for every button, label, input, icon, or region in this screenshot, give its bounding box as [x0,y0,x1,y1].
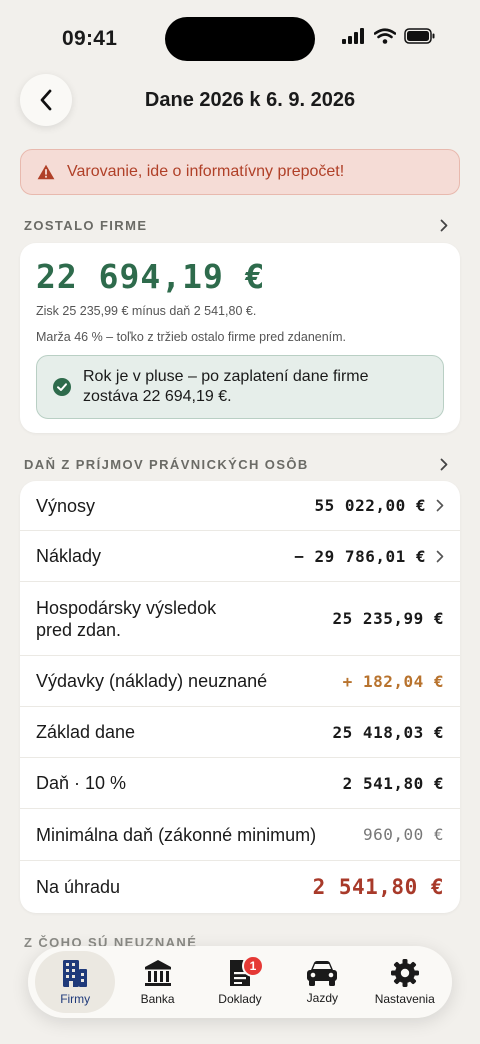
warning-banner: Varovanie, ide o informatívny prepočet! [20,149,460,195]
tax-row-tax: Daň · 10 % 2 541,80 € [20,758,460,809]
tab-bar: Firmy Banka 1 Doklady Jazdy Nastavenia [28,946,452,1018]
row-value: 55 022,00 € [314,496,426,515]
car-icon [307,961,338,986]
chevron-right-icon[interactable] [440,219,448,232]
row-value: 960,00 € [362,825,444,844]
row-value: 25 235,99 € [332,609,444,628]
tax-row-costs[interactable]: Náklady − 29 786,01 € [20,531,460,582]
signal-icon [342,28,364,44]
tab-label: Nastavenia [374,992,435,1006]
status-icons [342,28,436,44]
tax-row-revenue[interactable]: Výnosy 55 022,00 € [20,481,460,531]
battery-icon [404,28,435,44]
tab-label: Doklady [218,992,262,1006]
check-circle-icon [53,378,71,396]
tax-row-result: Hospodársky výsledok pred zdan. 25 235,9… [20,582,460,656]
success-box: Rok je v pluse – po zaplatení dane firme… [36,355,444,419]
warning-icon [37,164,55,180]
tab-label: Firmy [60,992,91,1006]
row-label-line-1: Hospodársky výsledok [36,597,217,618]
dynamic-island [165,17,315,61]
tax-row-minimum: Minimálna daň (zákonné minimum) 960,00 € [20,809,460,861]
row-value: + 182,04 € [342,671,444,691]
bank-icon [144,960,171,986]
warning-text: Varovanie, ide o informatívny prepočet! [67,163,345,180]
tab-label: Jazdy [306,991,339,1005]
row-label: Výdavky (náklady) neuznané [36,671,268,691]
notification-badge: 1 [241,955,264,977]
tab-doklady[interactable]: 1 Doklady [200,951,280,1013]
tax-card: Výnosy 55 022,00 € Náklady − 29 786,01 €… [20,481,460,913]
building-icon [63,960,88,987]
success-text: Rok je v pluse – po zaplatení dane firme… [83,367,369,407]
success-line-2: zostáva 22 694,19 €. [83,388,232,405]
remaining-amount: 22 694,19 € [36,257,266,296]
wifi-icon [374,28,396,44]
row-label: Hospodársky výsledok pred zdan. [36,597,333,641]
chevron-right-icon [436,550,444,562]
tax-row-payable: Na úhradu 2 541,80 € [20,861,460,913]
gear-icon [390,959,419,987]
chevron-right-icon[interactable] [440,458,448,471]
row-label-line-2: pred zdan. [36,619,122,640]
row-value: 25 418,03 € [332,722,444,742]
profit-note: Zisk 25 235,99 € mínus daň 2 541,80 €. [36,304,257,318]
section-label-remaining: ZOSTALO FIRME [24,218,148,233]
row-value: 2 541,80 € [342,773,444,793]
page-title: Dane 2026 k 6. 9. 2026 [144,89,356,111]
chevron-right-icon [436,499,444,512]
status-time: 09:41 [62,27,118,50]
row-label: Náklady [36,546,102,566]
tab-banka[interactable]: Banka [118,951,198,1013]
success-line-1: Rok je v pluse – po zaplatení dane firme [83,368,369,385]
tax-row-nondeductible: Výdavky (náklady) neuznané + 182,04 € [20,656,460,707]
tab-nastavenia[interactable]: Nastavenia [365,951,445,1013]
tab-jazdy[interactable]: Jazdy [282,951,362,1013]
row-value: − 29 786,01 € [294,546,426,566]
row-label: Daň · 10 % [36,773,127,793]
row-label: Základ dane [36,722,136,742]
row-label: Minimálna daň (zákonné minimum) [36,824,317,845]
status-bar: 09:41 [0,0,480,80]
section-label-tax: DAŇ Z PRÍJMOV PRÁVNICKÝCH OSÔB [24,457,309,472]
remaining-card: 22 694,19 € Zisk 25 235,99 € mínus daň 2… [20,243,460,433]
tax-row-base: Základ dane 25 418,03 € [20,707,460,758]
tab-label: Banka [140,992,175,1006]
row-label: Na úhradu [36,877,121,897]
margin-note: Marža 46 % – toľko z tržieb ostalo firme… [36,330,347,344]
row-value: 2 541,80 € [312,875,444,899]
row-label: Výnosy [36,495,96,516]
tab-firmy[interactable]: Firmy [35,951,116,1013]
